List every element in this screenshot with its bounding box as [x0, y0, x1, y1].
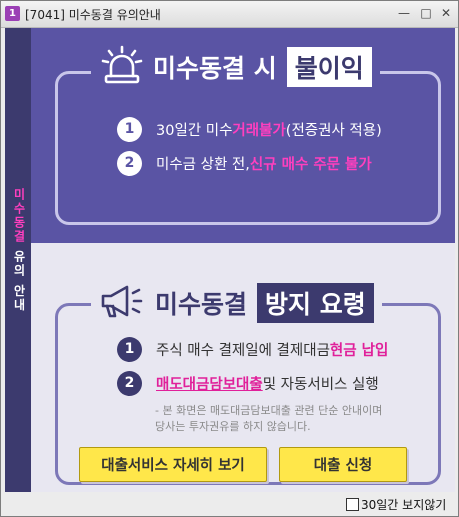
side-tab: 미수동결 유의 안내 [5, 28, 31, 492]
dont-show-label[interactable]: 30일간 보지않기 [361, 496, 446, 513]
penalty-item-2-text: 미수금 상환 전, [156, 157, 250, 173]
penalty-item-2-highlight: 신규 매수 주문 불가 [249, 157, 372, 173]
penalty-item-1-note: (전증권사 적용) [285, 123, 382, 139]
prevention-item-2: 2 매도대금담보대출 및 자동서비스 실행 [117, 371, 379, 396]
prevention-item-1-highlight: 현금 납입 [329, 343, 389, 359]
prevention-item-1: 1 주식 매수 결제일에 결제대금 현금 납입 [117, 337, 388, 362]
app-icon: 1 [5, 6, 20, 21]
prevention-item-1-text: 주식 매수 결제일에 결제대금 [156, 343, 330, 359]
prevention-title: 미수동결 [155, 290, 248, 319]
loan-apply-button[interactable]: 대출 신청 [279, 447, 407, 482]
window-title: [7041] 미수동결 유의안내 [25, 8, 161, 22]
penalty-item-1: 1 30일간 미수 거래불가 (전증권사 적용) [117, 117, 382, 142]
penalty-title: 미수동결 시 [153, 54, 277, 83]
penalty-frame [55, 71, 441, 225]
minimize-icon[interactable]: — [397, 6, 411, 20]
disclaimer: - 본 화면은 매도대금담보대출 관련 단순 안내이며 당사는 투자권유를 하지… [155, 403, 382, 435]
penalty-item-1-highlight: 거래불가 [232, 123, 286, 139]
loan-details-button[interactable]: 대출서비스 자세히 보기 [79, 447, 267, 482]
footer-bar: 30일간 보지않기 [1, 492, 458, 516]
dialog-window: 1 [7041] 미수동결 유의안내 — □ ✕ 미수동결 유의 안내 미수동결… [0, 0, 459, 517]
disclaimer-line-2: 당사는 투자권유를 하지 않습니다. [155, 420, 311, 433]
penalty-heading: 미수동결 시 불이익 [91, 44, 380, 90]
maximize-icon[interactable]: □ [419, 6, 433, 20]
number-badge: 1 [117, 117, 142, 142]
number-badge: 1 [117, 337, 142, 362]
side-tab-label-highlight: 미수동결 [12, 188, 26, 244]
prevention-title-highlight: 방지 요령 [257, 283, 374, 323]
prevention-section: 미수동결 방지 요령 1 주식 매수 결제일에 결제대금 현금 납입 2 매도대… [31, 243, 455, 492]
number-badge: 2 [117, 151, 142, 176]
side-tab-label: 미수동결 유의 안내 [11, 188, 28, 312]
prevention-heading: 미수동결 방지 요령 [91, 280, 382, 326]
title-bar[interactable]: 1 [7041] 미수동결 유의안내 — □ ✕ [1, 1, 458, 28]
penalty-section: 미수동결 시 불이익 1 30일간 미수 거래불가 (전증권사 적용) 2 미수금… [31, 28, 455, 243]
content-area: 미수동결 유의 안내 미수동결 시 불이익 1 30일간 미수 거래불가 (전증… [5, 28, 455, 492]
dont-show-checkbox[interactable] [346, 498, 359, 511]
close-icon[interactable]: ✕ [439, 6, 453, 20]
penalty-item-2: 2 미수금 상환 전, 신규 매수 주문 불가 [117, 151, 372, 176]
penalty-title-highlight: 불이익 [286, 47, 372, 87]
loan-info-link[interactable]: 매도대금담보대출 [156, 373, 263, 394]
megaphone-icon [99, 281, 147, 325]
side-tab-label-rest: 유의 안내 [12, 244, 26, 313]
number-badge: 2 [117, 371, 142, 396]
prevention-item-2-text: 및 자동서비스 실행 [262, 377, 379, 393]
disclaimer-line-1: - 본 화면은 매도대금담보대출 관련 단순 안내이며 [155, 404, 383, 417]
siren-icon [99, 45, 145, 89]
penalty-item-1-text: 30일간 미수 [156, 123, 233, 139]
